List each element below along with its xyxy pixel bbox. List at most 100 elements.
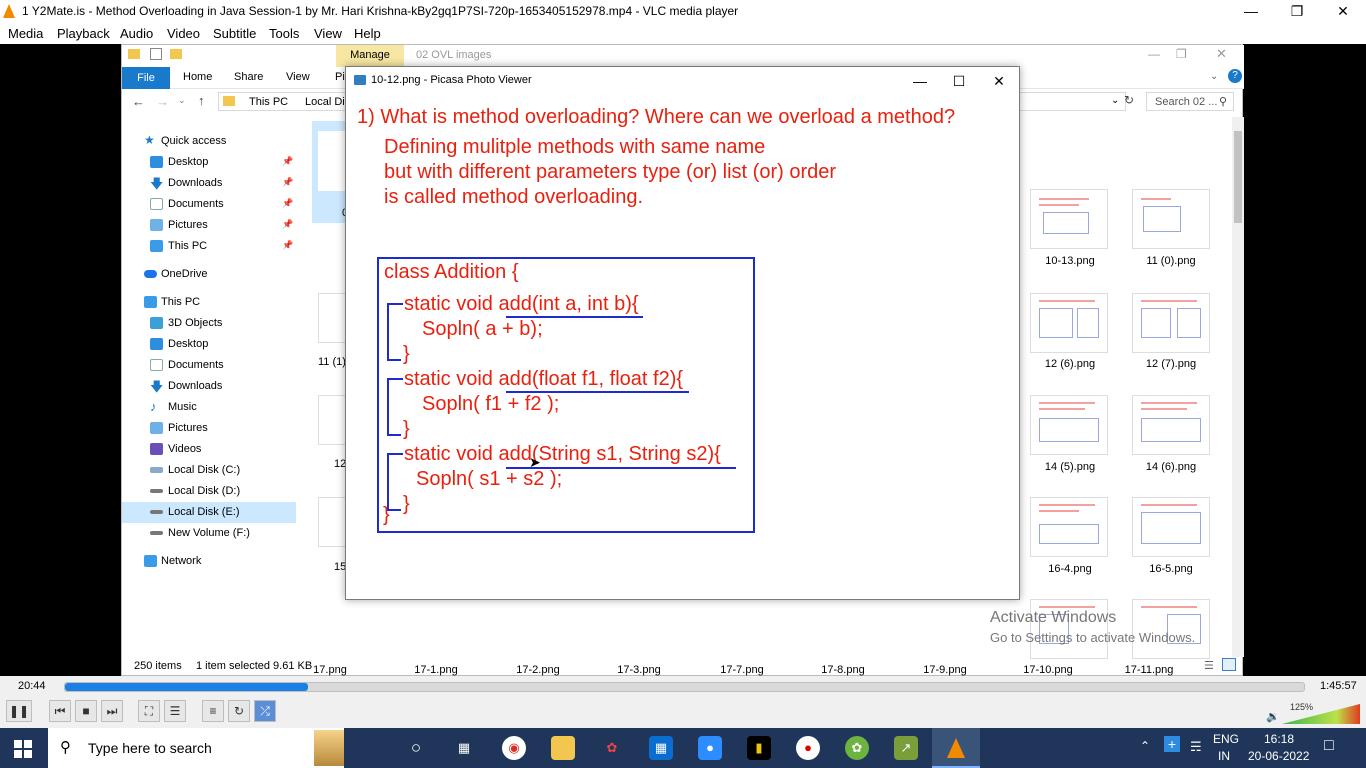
wifi-icon[interactable]: ☴	[1190, 739, 1202, 755]
exp-close-icon[interactable]: ✕	[1216, 46, 1227, 62]
menu-audio[interactable]: Audio	[120, 26, 153, 41]
up-icon[interactable]: ↑	[198, 93, 205, 108]
file-thumbnail[interactable]	[1030, 189, 1108, 249]
file-thumbnail[interactable]	[1030, 395, 1108, 455]
playlist-button[interactable]: ≡	[202, 700, 224, 722]
menu-help[interactable]: Help	[354, 26, 381, 41]
vlc-taskbar-button[interactable]	[932, 728, 980, 768]
minimize-button[interactable]: —	[1228, 0, 1274, 23]
nav-qa-this-pc[interactable]: This PC 📌	[122, 236, 296, 257]
close-button[interactable]: ✕	[1320, 0, 1366, 23]
menu-playback[interactable]: Playback	[57, 26, 110, 41]
nav-qa-desktop[interactable]: Desktop 📌	[122, 152, 296, 173]
file-thumbnail[interactable]	[1030, 599, 1108, 659]
picasa-maximize-button[interactable]: ☐	[939, 71, 979, 91]
file-thumbnail[interactable]	[1132, 189, 1210, 249]
menu-tools[interactable]: Tools	[269, 26, 299, 41]
photos-app-icon[interactable]: ✿	[600, 736, 624, 760]
input-language[interactable]: ENG	[1213, 732, 1239, 746]
clock-time[interactable]: 16:18	[1264, 732, 1294, 746]
next-button[interactable]: ⏭	[101, 700, 123, 722]
nav-qa-pictures[interactable]: Pictures 📌	[122, 215, 296, 236]
properties-icon[interactable]	[150, 48, 162, 60]
new-folder-icon[interactable]	[170, 49, 182, 59]
nav-network[interactable]: Network	[122, 551, 296, 572]
search-box[interactable]: Search 02 ... ⚲	[1146, 92, 1234, 111]
nav-3d-objects[interactable]: 3D Objects	[122, 313, 296, 334]
volume-icon[interactable]: 🔉	[1266, 710, 1280, 723]
clock-date[interactable]: 20-06-2022	[1248, 749, 1309, 763]
chart-app-icon[interactable]: ↗	[894, 736, 918, 760]
cortana-icon[interactable]: ○	[404, 736, 428, 760]
nav-disk-d[interactable]: Local Disk (D:)	[122, 481, 296, 502]
details-view-icon[interactable]: ☰	[1204, 659, 1214, 672]
nav-disk-f[interactable]: New Volume (F:)	[122, 523, 296, 544]
ribbon-expand-icon[interactable]: ⌄	[1210, 71, 1218, 82]
windows-start-icon[interactable]	[14, 740, 32, 758]
recorder-icon[interactable]: ●	[796, 736, 820, 760]
tab-view[interactable]: View	[286, 71, 310, 83]
nav-disk-e[interactable]: Local Disk (E:)	[122, 502, 296, 523]
back-icon[interactable]: ←	[132, 94, 145, 109]
breadcrumb-this-pc[interactable]: This PC	[249, 96, 288, 108]
nav-quick-access[interactable]: ★ Quick access	[122, 131, 296, 152]
file-thumbnail[interactable]	[318, 293, 348, 343]
restore-button[interactable]: ❐	[1274, 0, 1320, 23]
recent-chevron-icon[interactable]: ⌄	[178, 95, 186, 106]
nav-music[interactable]: ♪ Music	[122, 397, 296, 418]
seek-bar[interactable]	[64, 682, 1305, 692]
input-region[interactable]: IN	[1218, 749, 1230, 763]
file-thumbnail[interactable]	[1132, 395, 1210, 455]
picasa-close-button[interactable]: ✕	[979, 71, 1019, 91]
exp-minimize-icon[interactable]: —	[1148, 47, 1160, 61]
menu-video[interactable]: Video	[167, 26, 200, 41]
nav-downloads[interactable]: 🡇 Downloads	[122, 376, 296, 397]
address-dropdown-icon[interactable]: ⌄	[1111, 95, 1119, 106]
nav-desktop[interactable]: Desktop	[122, 334, 296, 355]
file-thumbnail[interactable]	[318, 497, 348, 547]
chrome-icon[interactable]: ◉	[502, 736, 526, 760]
file-thumbnail[interactable]	[1132, 293, 1210, 353]
file-thumbnail[interactable]	[1030, 293, 1108, 353]
spring-tool-icon[interactable]: ✿	[845, 736, 869, 760]
volume-slider[interactable]	[1282, 704, 1360, 724]
pause-button[interactable]: ❚❚	[6, 700, 32, 722]
tray-chevron-icon[interactable]: ⌃	[1140, 739, 1150, 753]
extended-settings-button[interactable]: ☰	[164, 700, 186, 722]
taskbar-search-box[interactable]: ⚲ Type here to search	[48, 728, 344, 768]
task-view-icon[interactable]: ▦	[452, 736, 476, 760]
breadcrumb-local-disk[interactable]: Local Dis	[305, 96, 350, 108]
tab-file[interactable]: File	[122, 67, 170, 89]
nav-disk-c[interactable]: Local Disk (C:)	[122, 460, 296, 481]
scrollbar-thumb[interactable]	[1234, 131, 1242, 223]
file-thumbnail[interactable]	[1030, 497, 1108, 557]
vertical-scrollbar[interactable]	[1232, 117, 1244, 657]
tray-add-icon[interactable]: +	[1164, 736, 1180, 752]
store-icon[interactable]: ▦	[649, 736, 673, 760]
sticky-notes-icon[interactable]: ▮	[747, 736, 771, 760]
file-thumbnail[interactable]	[1132, 497, 1210, 557]
thumbnail-view-icon[interactable]	[1222, 658, 1236, 671]
random-button[interactable]: ⤮	[254, 700, 276, 722]
loop-button[interactable]: ↻	[228, 700, 250, 722]
previous-button[interactable]: ⏮	[49, 700, 71, 722]
nav-this-pc[interactable]: This PC	[122, 292, 296, 313]
menu-media[interactable]: Media	[8, 26, 43, 41]
refresh-icon[interactable]: ↻	[1124, 93, 1134, 107]
nav-qa-downloads[interactable]: 🡇 Downloads 📌	[122, 173, 296, 194]
notifications-icon[interactable]: □	[1324, 737, 1334, 755]
file-thumbnail[interactable]	[318, 395, 348, 445]
stop-button[interactable]: ■	[75, 700, 97, 722]
nav-onedrive[interactable]: OneDrive	[122, 264, 296, 285]
nav-videos[interactable]: Videos	[122, 439, 296, 460]
file-explorer-icon[interactable]	[551, 736, 575, 760]
exp-restore-icon[interactable]: ❐	[1176, 47, 1187, 61]
zoom-icon[interactable]: ●	[698, 736, 722, 760]
nav-documents[interactable]: Documents	[122, 355, 296, 376]
file-thumbnail[interactable]	[1132, 599, 1210, 659]
menu-view[interactable]: View	[314, 26, 342, 41]
tab-home[interactable]: Home	[183, 71, 212, 83]
nav-qa-documents[interactable]: Documents 📌	[122, 194, 296, 215]
help-icon[interactable]: ?	[1228, 69, 1242, 83]
menu-subtitle[interactable]: Subtitle	[213, 26, 256, 41]
